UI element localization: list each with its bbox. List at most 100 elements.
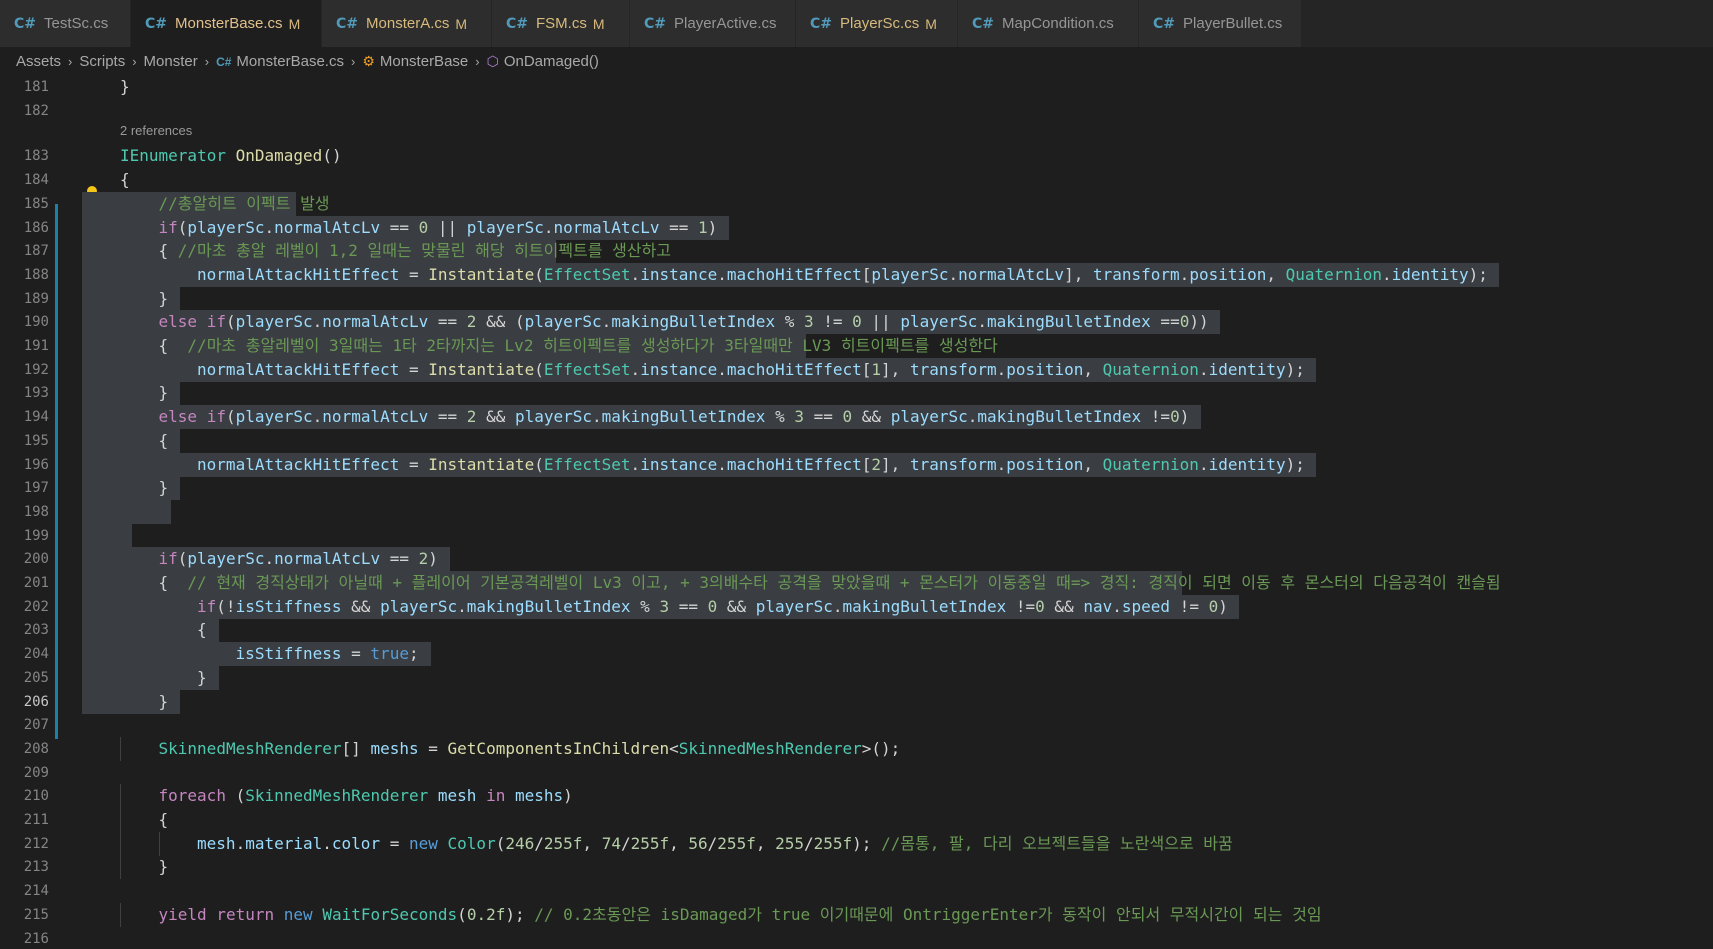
code-line[interactable]: 182 — [0, 99, 1713, 123]
code-token: } — [158, 383, 169, 403]
code-line[interactable]: 195 { — [0, 428, 1713, 453]
code-line[interactable]: 216 — [0, 927, 1713, 949]
chevron-right-icon: › — [350, 53, 356, 69]
code-line[interactable]: 193} — [0, 381, 1713, 406]
code-token: machoHitEffect — [726, 359, 862, 379]
code-line[interactable]: 200 if(playerSc.normalAtcLv == 2) — [0, 547, 1713, 572]
code-token: = — [399, 454, 429, 474]
code-line[interactable]: 190 else if(playerSc.normalAtcLv == 2 && … — [0, 310, 1713, 335]
breadcrumb-item-monsterbase[interactable]: ⚙ MonsterBase — [362, 53, 468, 70]
code-line[interactable]: 187 { //마초 총알 레벨이 1,2 일때는 맞물린 해당 히트이펙트를 생… — [0, 239, 1713, 264]
code-line[interactable]: 213} — [0, 855, 1713, 880]
csharp-file-icon: C# — [506, 15, 529, 32]
line-number: 189 — [23, 290, 49, 307]
code-token: in — [486, 786, 506, 806]
tab-label: MapCondition.cs — [1002, 15, 1114, 32]
code-token: ( — [495, 833, 506, 853]
line-number: 208 — [23, 740, 49, 757]
code-text: } — [159, 855, 169, 879]
code-line[interactable]: 212 mesh.material.color = new Color(246/2… — [0, 831, 1713, 856]
code-line[interactable]: 210 foreach (SkinnedMeshRenderer mesh in … — [0, 784, 1713, 809]
code-line[interactable]: 191 { //마초 총알레벨이 3일때는 1타 2타까지는 Lv2 히트이펙트를… — [0, 334, 1713, 358]
tab-monstera-cs[interactable]: C# MonsterA.cs M — [322, 0, 492, 47]
editor-scrollbar[interactable] — [1699, 75, 1713, 949]
code-token: // 0.2초동안은 isDamaged가 true 이기때문에 Ontrigg… — [534, 904, 1322, 924]
code-token: if — [197, 596, 217, 616]
code-line[interactable]: 185 //총알히트 이펙트 발생 — [0, 191, 1713, 216]
code-line[interactable]: 199 — [0, 523, 1713, 548]
code-line[interactable]: 194 else if(playerSc.normalAtcLv == 2 && … — [0, 405, 1713, 430]
code-token: && — [852, 407, 891, 427]
tab-playeractive-cs[interactable]: C# PlayerActive.cs — [630, 0, 796, 47]
code-line[interactable]: 189} — [0, 286, 1713, 311]
code-line[interactable]: 181} — [0, 75, 1713, 99]
code-editor[interactable]: 2 references 181} 182 183 IEnumerator OnDam… — [0, 75, 1713, 949]
breadcrumb-item-monster[interactable]: Monster — [144, 53, 198, 70]
code-line[interactable]: 183 IEnumerator OnDamaged() — [0, 144, 1713, 168]
code-line[interactable]: 197} — [0, 476, 1713, 501]
selection-highlight — [82, 523, 132, 548]
code-line[interactable]: 188 normalAttackHitEffect = Instantiate(E… — [0, 262, 1713, 287]
code-line[interactable]: 211 { — [0, 808, 1713, 832]
code-text: { // 현재 경직상태가 아닐때 + 플레이어 기본공격레벨이 Lv3 이고,… — [159, 571, 1501, 595]
code-text: { //마초 총알레벨이 3일때는 1타 2타까지는 Lv2 히트이펙트를 생성… — [159, 334, 998, 358]
tab-playersc-cs[interactable]: C# PlayerSc.cs M — [796, 0, 958, 47]
code-line[interactable]: 186 if(playerSc.normalAtcLv == 0 || playe… — [0, 215, 1713, 240]
tab-playerbullet-cs[interactable]: C# PlayerBullet.cs — [1139, 0, 1302, 47]
code-token: 0 — [1179, 312, 1190, 332]
code-line[interactable]: 215 yield return new WaitForSeconds(0.2f)… — [0, 902, 1713, 927]
code-line[interactable]: 192 normalAttackHitEffect = Instantiate(E… — [0, 357, 1713, 382]
code-line[interactable]: 214 — [0, 879, 1713, 903]
line-number: 203 — [23, 622, 49, 639]
code-token: normalAtcLv — [553, 217, 660, 237]
breadcrumb-item-monsterbase-cs[interactable]: C# MonsterBase.cs — [216, 53, 344, 70]
chevron-right-icon: › — [132, 53, 137, 69]
line-number: 194 — [23, 409, 49, 426]
code-token: position — [1189, 264, 1267, 284]
code-token: = — [399, 264, 429, 284]
tab-testsc-cs[interactable]: C# TestSc.cs — [0, 0, 131, 47]
references-codelens[interactable]: 2 references — [120, 120, 192, 142]
code-line[interactable]: 208 SkinnedMeshRenderer[] meshs = GetComp… — [0, 736, 1713, 761]
code-token: else — [158, 407, 198, 427]
breadcrumb-item-assets[interactable]: Assets — [16, 53, 61, 70]
code-line[interactable]: 204 isStiffness = true; — [0, 642, 1713, 667]
code-token: } — [158, 857, 169, 877]
code-line[interactable]: 202 if(!isStiffness && playerSc.makingBul… — [0, 594, 1713, 619]
breadcrumb-item-scripts[interactable]: Scripts — [79, 53, 125, 70]
code-token: playerSc — [524, 312, 602, 332]
code-token: if — [206, 407, 226, 427]
tab-fsm-cs[interactable]: C# FSM.cs M — [492, 0, 630, 47]
tab-mapcondition-cs[interactable]: C# MapCondition.cs — [958, 0, 1139, 47]
code-token: . — [457, 596, 467, 616]
git-modified-badge: M — [455, 15, 468, 32]
breadcrumb-item-ondamaged[interactable]: ⬡ OnDamaged() — [487, 53, 599, 70]
code-line[interactable]: 203 { — [0, 618, 1713, 643]
code-line[interactable]: 207 — [0, 713, 1713, 737]
tab-monsterbase-cs[interactable]: C# MonsterBase.cs M — [131, 0, 322, 47]
code-line[interactable]: 196 normalAttackHitEffect = Instantiate(E… — [0, 452, 1713, 477]
code-line[interactable]: 205} — [0, 665, 1713, 690]
code-line[interactable]: 184 { — [0, 168, 1713, 192]
code-text: mesh.material.color = new Color(246/255f… — [197, 832, 1233, 856]
code-token: 3 — [803, 312, 814, 332]
code-line[interactable]: 209 — [0, 761, 1713, 785]
code-token: instance — [640, 264, 718, 284]
code-token: 255f — [813, 833, 853, 853]
line-number: 215 — [23, 906, 49, 923]
code-line[interactable]: 201 { // 현재 경직상태가 아닐때 + 플레이어 기본공격레벨이 Lv3 … — [0, 571, 1713, 595]
code-token: . — [1179, 264, 1190, 284]
code-token: playerSc — [466, 217, 544, 237]
code-token: . — [312, 407, 323, 427]
code-text: SkinnedMeshRenderer[] meshs = GetCompone… — [159, 737, 901, 761]
tab-label: TestSc.cs — [44, 15, 109, 32]
code-line[interactable]: 198 — [0, 499, 1713, 524]
csharp-file-icon: C# — [14, 15, 37, 32]
tab-label: PlayerBullet.cs — [1183, 15, 1283, 32]
code-token: [ — [861, 454, 872, 474]
code-token: { — [158, 241, 178, 261]
code-line[interactable]: 206} — [0, 689, 1713, 714]
code-token: ( — [534, 454, 544, 474]
